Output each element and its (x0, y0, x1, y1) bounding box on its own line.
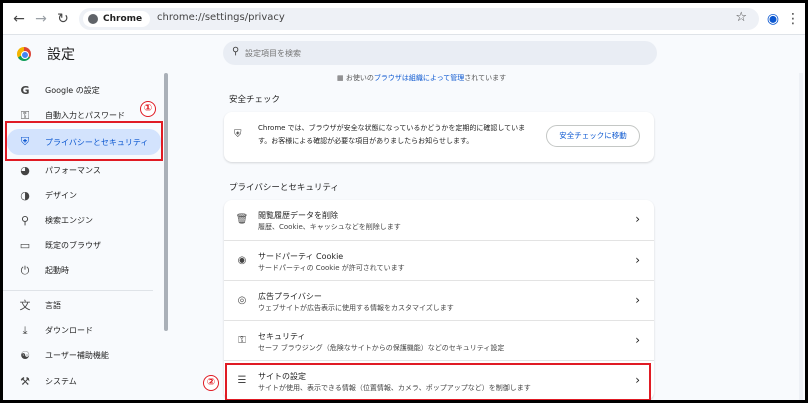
settings-header: 設定 ⚲ (3, 35, 805, 73)
row-title: 広告プライバシー (258, 292, 322, 301)
sidebar-item-label: 検索エンジン (45, 216, 93, 225)
privacy-section-title: プライバシーとセキュリティ (229, 183, 339, 193)
reload-icon[interactable]: ↻ (53, 9, 73, 29)
sidebar-item-search-engine[interactable]: ⚲ 検索エンジン (3, 210, 163, 232)
sidebar-item-label: 起動時 (45, 266, 69, 275)
bookmark-star-icon[interactable]: ☆ (735, 10, 747, 25)
url-text[interactable]: chrome://settings/privacy (157, 12, 285, 23)
palette-icon: ◑ (20, 189, 30, 202)
forward-arrow-icon[interactable]: → (31, 9, 51, 29)
wrench-icon: ⚒ (20, 375, 30, 388)
managed-notice-suffix: されています (464, 74, 507, 82)
row-description: ウェブサイトが広告表示に使用する情報をカスタマイズします (258, 304, 454, 312)
sidebar-item-label: 自動入力とパスワード (45, 111, 125, 120)
chevron-right-icon: › (635, 253, 640, 267)
managed-notice-prefix: お使いの (345, 74, 374, 82)
row-ad-privacy[interactable]: ◎ 広告プライバシー ウェブサイトが広告表示に使用する情報をカスタマイズします … (224, 280, 654, 320)
sidebar-item-on-startup[interactable]: ⏻ 起動時 (3, 260, 163, 282)
back-arrow-icon[interactable]: ← (9, 9, 29, 29)
browser-window: ← → ↻ Chrome chrome://settings/privacy ☆… (3, 3, 805, 400)
profile-icon[interactable]: ◉ (763, 9, 783, 29)
search-input[interactable] (245, 46, 625, 60)
sidebar-item-appearance[interactable]: ◑ デザイン (3, 185, 163, 207)
sidebar-item-label: デザイン (45, 191, 77, 200)
sidebar-item-label: 言語 (45, 301, 61, 310)
ads-privacy-icon: ◎ (237, 295, 247, 306)
safety-check-title: 安全チェック (229, 95, 281, 105)
safety-check-card: ⛨ Chrome では、ブラウザが安全な状態になっているかどうかを定期的に確認し… (224, 112, 654, 162)
annotation-highlight-privacy (5, 121, 163, 161)
cookie-icon: ◉ (237, 255, 247, 266)
search-icon: ⚲ (20, 214, 30, 227)
sidebar-item-google[interactable]: G Google の設定 (3, 80, 163, 102)
google-icon: G (20, 84, 30, 97)
sidebar-scrollbar[interactable] (164, 73, 168, 331)
browser-toolbar: ← → ↻ Chrome chrome://settings/privacy ☆… (3, 3, 805, 35)
sidebar-item-default-browser[interactable]: ▭ 既定のブラウザ (3, 235, 163, 257)
row-title: サードパーティ Cookie (258, 252, 344, 261)
sidebar-item-label: 既定のブラウザ (45, 241, 101, 250)
address-bar[interactable]: Chrome chrome://settings/privacy ☆ (79, 8, 759, 30)
managed-notice: ▦ お使いのブラウザは組織によって管理されています (337, 73, 506, 83)
settings-search[interactable]: ⚲ (223, 41, 657, 65)
annotation-highlight-site-settings (225, 363, 651, 400)
power-icon: ⏻ (20, 264, 30, 277)
sidebar-item-label: Google の設定 (45, 86, 100, 95)
trash-icon: 🗑 (235, 214, 249, 225)
sidebar-item-performance[interactable]: ◕ パフォーマンス (3, 160, 163, 182)
settings-main: ▦ お使いのブラウザは組織によって管理されています 安全チェック ⛨ Chrom… (169, 73, 805, 400)
sidebar-item-system[interactable]: ⚒ システム (3, 371, 163, 393)
accessibility-icon: ☯ (20, 349, 30, 362)
row-third-party-cookies[interactable]: ◉ サードパーティ Cookie サードパーティの Cookie が許可されてい… (224, 240, 654, 280)
chevron-right-icon: › (635, 333, 640, 347)
annotation-number-1: ① (140, 101, 156, 117)
safety-check-text: Chrome では、ブラウザが安全な状態になっているかどうかを定期的に確認してい… (258, 124, 526, 145)
download-icon: ⤓ (22, 324, 28, 337)
row-security[interactable]: ⚿ セキュリティ セーフ ブラウジング（危険なサイトからの保護機能）などのセキュ… (224, 320, 654, 360)
shield-check-icon: ⛨ (234, 129, 242, 140)
row-description: サードパーティの Cookie が許可されています (258, 264, 405, 272)
lock-icon: ⚿ (238, 335, 246, 346)
safety-check-button[interactable]: 安全チェックに移動 (546, 125, 640, 147)
sidebar-item-label: ダウンロード (45, 326, 93, 335)
row-title: セキュリティ (258, 332, 306, 341)
sidebar-item-label: パフォーマンス (45, 166, 101, 175)
main-scrollbar[interactable] (799, 73, 803, 400)
sidebar-item-languages[interactable]: 文 言語 (3, 295, 163, 317)
chevron-right-icon: › (635, 293, 640, 307)
sidebar-item-label: ユーザー補助機能 (45, 351, 109, 360)
managed-icon: ▦ (337, 74, 346, 82)
site-chip[interactable]: Chrome (83, 11, 151, 27)
site-chip-label: Chrome (103, 14, 143, 24)
browser-icon: ▭ (19, 239, 31, 252)
chrome-logo-icon (17, 47, 31, 61)
sidebar-item-label: システム (45, 377, 77, 386)
menu-kebab-icon[interactable]: ⋮ (783, 9, 803, 29)
annotation-number-2: ② (203, 375, 219, 391)
translate-icon: 文 (19, 299, 31, 312)
row-title: 閲覧履歴データを削除 (258, 211, 338, 220)
chrome-small-icon (88, 14, 98, 24)
speedometer-icon: ◕ (20, 164, 30, 177)
chevron-right-icon: › (635, 212, 640, 226)
sidebar-item-downloads[interactable]: ⤓ ダウンロード (3, 320, 163, 342)
page-title: 設定 (47, 47, 75, 63)
sidebar-divider (3, 290, 153, 291)
row-clear-browsing-data[interactable]: 🗑 閲覧履歴データを削除 履歴、Cookie、キャッシュなどを削除します › (224, 200, 654, 240)
managed-notice-link[interactable]: ブラウザは組織によって管理 (374, 74, 464, 82)
search-icon: ⚲ (232, 46, 240, 57)
row-description: セーフ ブラウジング（危険なサイトからの保護機能）などのセキュリティ設定 (258, 344, 505, 352)
sidebar-item-accessibility[interactable]: ☯ ユーザー補助機能 (3, 345, 163, 367)
row-description: 履歴、Cookie、キャッシュなどを削除します (258, 223, 401, 231)
